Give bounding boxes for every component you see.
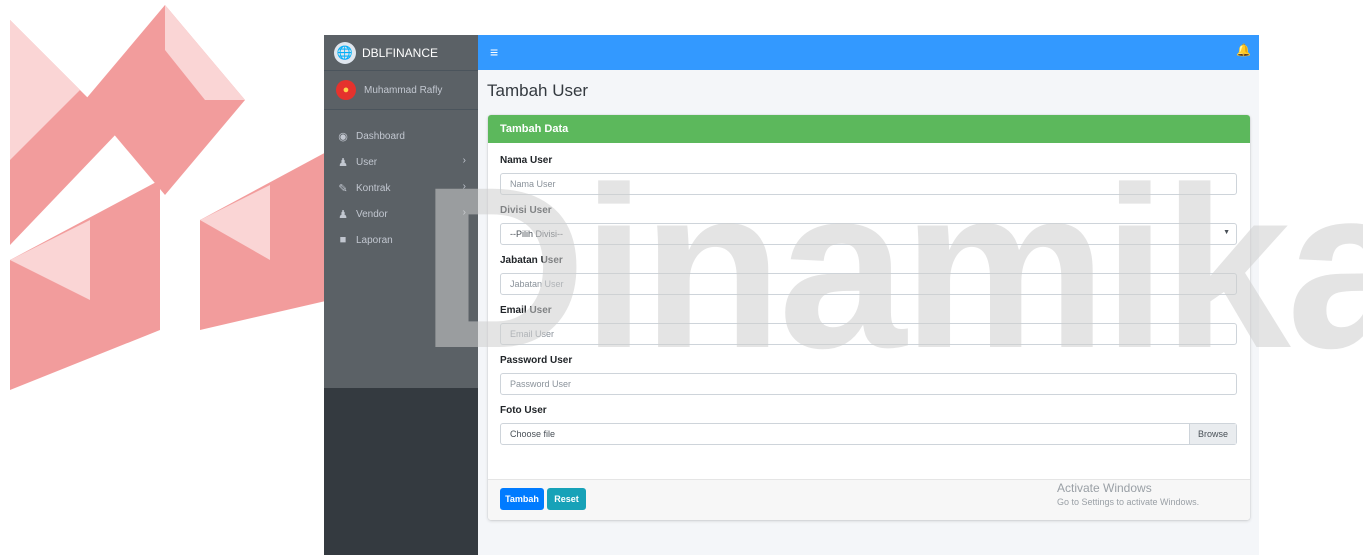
email-user-input[interactable]: Email User: [500, 323, 1237, 345]
chevron-right-icon: ›: [462, 181, 466, 192]
divisi-user-select[interactable]: --Pilih Divisi-- ▼: [500, 223, 1237, 245]
sidebar-item-user[interactable]: ♟ User ›: [324, 149, 478, 175]
sidebar-item-label: Vendor: [356, 208, 388, 220]
nama-user-label: Nama User: [500, 155, 553, 166]
brand[interactable]: 🌐 DBLFINANCE: [324, 35, 478, 71]
app-window: 🌐 DBLFINANCE ● Muhammad Rafly ◉ Dashboar…: [324, 35, 1259, 555]
sidebar-nav: ◉ Dashboard ♟ User › ✎ Kontrak › ♟ Vendo…: [324, 123, 478, 253]
email-user-label: Email User: [500, 305, 552, 316]
contract-icon: ✎: [338, 182, 348, 195]
bell-icon[interactable]: 🔔: [1236, 43, 1251, 57]
user-icon: ♟: [338, 156, 348, 169]
sidebar-item-dashboard[interactable]: ◉ Dashboard: [324, 123, 478, 149]
browse-button[interactable]: Browse: [1189, 424, 1236, 444]
password-user-label: Password User: [500, 355, 573, 366]
hamburger-icon[interactable]: ≡: [490, 44, 498, 60]
nama-user-input[interactable]: Nama User: [500, 173, 1237, 195]
sidebar-item-label: Laporan: [356, 234, 393, 246]
chevron-down-icon: ▼: [1223, 229, 1230, 236]
card-header: Tambah Data: [488, 115, 1250, 143]
sidebar-item-kontrak[interactable]: ✎ Kontrak ›: [324, 175, 478, 201]
sidebar: 🌐 DBLFINANCE ● Muhammad Rafly ◉ Dashboar…: [324, 35, 478, 555]
sidebar-item-laporan[interactable]: ■ Laporan: [324, 227, 478, 253]
sidebar-item-label: Dashboard: [356, 130, 405, 142]
avatar: ●: [336, 80, 356, 100]
activate-windows-subtitle: Go to Settings to activate Windows.: [1057, 497, 1200, 507]
divisi-selected-value: --Pilih Divisi--: [510, 229, 563, 239]
jabatan-user-input[interactable]: Jabatan User: [500, 273, 1237, 295]
tambah-button[interactable]: Tambah: [500, 488, 544, 510]
top-navbar: ≡ 🔔: [478, 35, 1259, 70]
dashboard-icon: ◉: [338, 130, 348, 143]
form-card: Tambah Data Nama User Nama User Divisi U…: [488, 115, 1250, 520]
sidebar-item-label: Kontrak: [356, 182, 391, 194]
sidebar-item-label: User: [356, 156, 378, 168]
dinamika-logo-watermark: [10, 5, 330, 390]
user-panel[interactable]: ● Muhammad Rafly: [324, 71, 478, 110]
card-body: Nama User Nama User Divisi User --Pilih …: [500, 143, 1237, 445]
foto-user-label: Foto User: [500, 405, 547, 416]
chevron-right-icon: ›: [462, 207, 466, 218]
divisi-user-label: Divisi User: [500, 205, 552, 216]
activate-windows-notice: Activate Windows Go to Settings to activ…: [1057, 481, 1199, 507]
page-title: Tambah User: [487, 81, 589, 100]
activate-windows-title: Activate Windows: [1057, 481, 1152, 495]
reset-button[interactable]: Reset: [547, 488, 586, 510]
user-name: Muhammad Rafly: [364, 84, 443, 96]
brand-name: DBLFINANCE: [362, 45, 439, 60]
password-user-input[interactable]: Password User: [500, 373, 1237, 395]
brand-logo-icon: 🌐: [334, 41, 356, 64]
sidebar-item-vendor[interactable]: ♟ Vendor ›: [324, 201, 478, 227]
vendor-icon: ♟: [338, 208, 348, 221]
jabatan-user-label: Jabatan User: [500, 255, 563, 266]
file-input-text: Choose file: [510, 429, 556, 439]
foto-user-file-input[interactable]: Choose file Browse: [500, 423, 1237, 445]
report-icon: ■: [339, 234, 347, 246]
chevron-right-icon: ›: [462, 155, 466, 166]
